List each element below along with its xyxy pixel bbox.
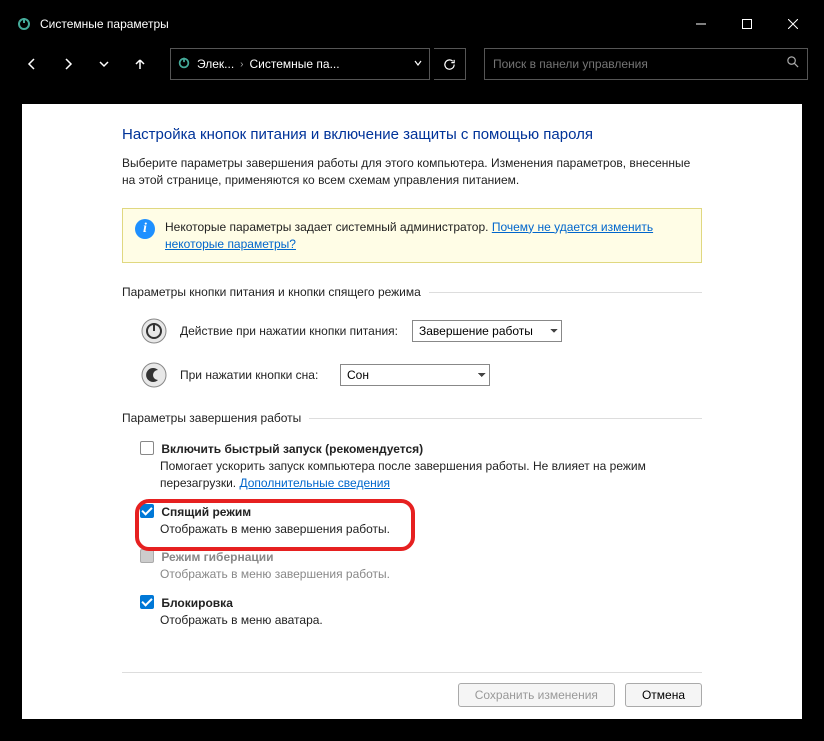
info-text: Некоторые параметры задает системный адм… [165, 220, 492, 234]
footer: Сохранить изменения Отмена [122, 672, 702, 707]
breadcrumb-item[interactable]: Системные па... [250, 57, 340, 71]
close-button[interactable] [770, 8, 816, 40]
page-heading: Настройка кнопок питания и включение защ… [122, 126, 702, 143]
option-desc: Отображать в меню аватара. [160, 612, 702, 629]
sleep-icon [140, 361, 168, 389]
section-heading: Параметры кнопки питания и кнопки спящег… [122, 285, 702, 299]
refresh-button[interactable] [434, 48, 466, 80]
app-icon [16, 16, 32, 32]
option-desc: Отображать в меню завершения работы. [160, 566, 702, 583]
up-button[interactable] [124, 48, 156, 80]
back-button[interactable] [16, 48, 48, 80]
hibernate-option: Режим гибернации Отображать в меню завер… [140, 549, 702, 583]
option-desc: Помогает ускорить запуск компьютера посл… [160, 459, 646, 490]
forward-button[interactable] [52, 48, 84, 80]
content-area: Настройка кнопок питания и включение защ… [22, 104, 802, 719]
search-box[interactable] [484, 48, 808, 80]
fast-startup-checkbox[interactable] [140, 441, 154, 455]
option-label: Включить быстрый запуск (рекомендуется) [161, 442, 423, 456]
chevron-down-icon[interactable] [413, 57, 423, 71]
sleep-option: Спящий режим Отображать в меню завершени… [140, 504, 702, 538]
power-button-label: Действие при нажатии кнопки питания: [180, 324, 400, 338]
search-input[interactable] [493, 57, 786, 71]
option-label: Спящий режим [161, 505, 251, 519]
info-icon: i [135, 219, 155, 239]
hibernate-checkbox [140, 549, 154, 563]
section-title: Параметры кнопки питания и кнопки спящег… [122, 285, 421, 299]
address-icon [177, 56, 191, 73]
option-label: Блокировка [161, 596, 233, 610]
page-description: Выберите параметры завершения работы для… [122, 155, 702, 190]
lock-checkbox[interactable] [140, 595, 154, 609]
option-desc: Отображать в меню завершения работы. [160, 521, 702, 538]
option-label: Режим гибернации [161, 550, 273, 564]
power-icon [140, 317, 168, 345]
titlebar: Системные параметры [8, 8, 816, 40]
minimize-button[interactable] [678, 8, 724, 40]
lock-option: Блокировка Отображать в меню аватара. [140, 595, 702, 629]
search-icon[interactable] [786, 55, 799, 73]
chevron-right-icon: › [240, 59, 243, 70]
breadcrumb-item[interactable]: Элек... [197, 57, 234, 71]
window-title: Системные параметры [40, 17, 678, 31]
info-banner: i Некоторые параметры задает системный а… [122, 208, 702, 264]
cancel-button[interactable]: Отмена [625, 683, 702, 707]
sleep-checkbox[interactable] [140, 504, 154, 518]
maximize-button[interactable] [724, 8, 770, 40]
save-button[interactable]: Сохранить изменения [458, 683, 615, 707]
more-info-link[interactable]: Дополнительные сведения [239, 476, 389, 490]
sleep-button-action-select[interactable]: Сон [340, 364, 490, 386]
power-button-action-select[interactable]: Завершение работы [412, 320, 562, 342]
fast-startup-option: Включить быстрый запуск (рекомендуется) … [140, 441, 702, 491]
address-bar[interactable]: Элек... › Системные па... [170, 48, 430, 80]
section-title: Параметры завершения работы [122, 411, 301, 425]
recent-dropdown[interactable] [88, 48, 120, 80]
toolbar: Элек... › Системные па... [8, 40, 816, 88]
section-heading: Параметры завершения работы [122, 411, 702, 425]
